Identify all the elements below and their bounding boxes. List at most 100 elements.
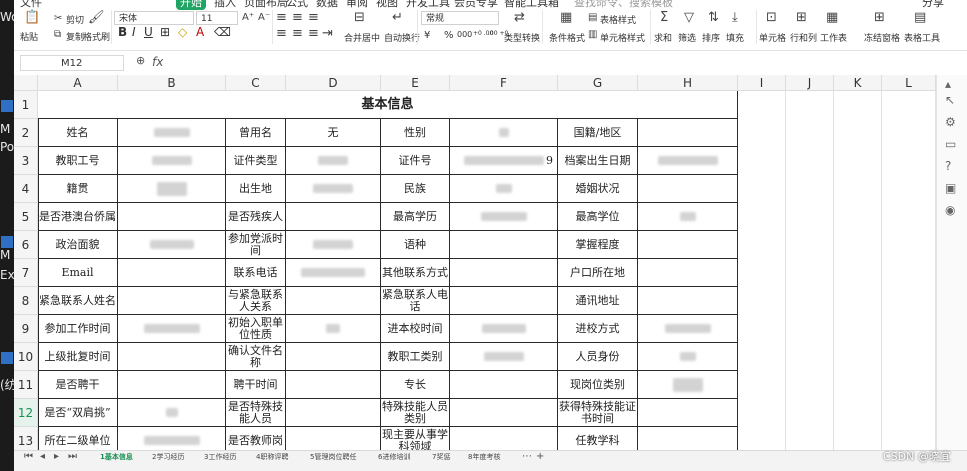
- align-right-icon[interactable]: ≡: [308, 27, 319, 41]
- label-id-number[interactable]: 证件号: [381, 147, 450, 175]
- empty-column-j[interactable]: [786, 91, 834, 450]
- sheet-title[interactable]: 基本信息: [38, 91, 738, 119]
- fill-label[interactable]: 填充: [726, 31, 744, 44]
- value-highest-education[interactable]: [450, 203, 558, 231]
- sum-label[interactable]: 求和: [654, 31, 672, 44]
- value-name[interactable]: [118, 119, 226, 147]
- sheet-tab-education[interactable]: 2学习经历: [152, 452, 184, 462]
- label-id-type[interactable]: 证件类型: [226, 147, 286, 175]
- tab-page-layout[interactable]: 页面布局: [244, 0, 288, 10]
- row-header-12[interactable]: 12: [14, 399, 38, 427]
- value-ethnicity[interactable]: [450, 175, 558, 203]
- label-native-place[interactable]: 籍贯: [38, 175, 118, 203]
- label-birthplace[interactable]: 出生地: [226, 175, 286, 203]
- value-disabled[interactable]: [286, 203, 381, 231]
- label-highest-education[interactable]: 最高学历: [381, 203, 450, 231]
- format-painter-label[interactable]: 格式刷: [83, 30, 110, 43]
- row-header-4[interactable]: 4: [14, 175, 38, 203]
- tab-developer[interactable]: 开发工具: [406, 0, 450, 10]
- row-header-6[interactable]: 6: [14, 231, 38, 259]
- format-painter-icon[interactable]: 🖌: [88, 11, 105, 25]
- filter-label[interactable]: 筛选: [678, 31, 696, 44]
- column-header-k[interactable]: K: [834, 75, 882, 91]
- app-icon[interactable]: [1, 236, 13, 248]
- value-mailing-address[interactable]: [638, 287, 738, 315]
- row-header-10[interactable]: 10: [14, 343, 38, 371]
- value-approval-date[interactable]: [118, 343, 226, 371]
- column-header-i[interactable]: I: [738, 75, 786, 91]
- tab-review[interactable]: 审阅: [346, 0, 368, 10]
- label-school-join-date[interactable]: 进本校时间: [381, 315, 450, 343]
- app-icon[interactable]: [1, 100, 13, 112]
- column-header-j[interactable]: J: [786, 75, 834, 91]
- label-approval-date[interactable]: 上级批复时间: [38, 343, 118, 371]
- wrap-text-icon[interactable]: ↵: [392, 11, 403, 25]
- table-style-icon[interactable]: ▤: [588, 11, 597, 25]
- label-initial-employer-type[interactable]: 初始入职单位性质: [226, 315, 286, 343]
- column-header-l[interactable]: L: [882, 75, 936, 91]
- value-birth-date[interactable]: [638, 147, 738, 175]
- type-convert-label[interactable]: 类型转换: [504, 31, 540, 44]
- value-staff-category[interactable]: [450, 343, 558, 371]
- last-sheet-icon[interactable]: ⏭: [68, 451, 77, 462]
- label-staff-id[interactable]: 教职工号: [38, 147, 118, 175]
- freeze-panes-icon[interactable]: ⊞: [874, 11, 885, 25]
- value-overseas-relative[interactable]: [118, 203, 226, 231]
- value-other-contact[interactable]: [450, 259, 558, 287]
- label-secondary-unit[interactable]: 所在二级单位: [38, 427, 118, 450]
- row-header-8[interactable]: 8: [14, 287, 38, 315]
- search-hint[interactable]: 查找命令、搜索模板: [574, 0, 673, 10]
- label-disabled[interactable]: 是否残疾人: [226, 203, 286, 231]
- row-header-5[interactable]: 5: [14, 203, 38, 231]
- label-subject-field[interactable]: 现主要从事学科领域: [381, 427, 450, 450]
- align-middle-icon[interactable]: ≡: [292, 11, 303, 25]
- underline-icon[interactable]: U: [144, 25, 153, 39]
- label-special-skill-category[interactable]: 特殊技能人员类别: [381, 399, 450, 427]
- label-party-join-date[interactable]: 参加党派时间: [226, 231, 286, 259]
- value-proficiency[interactable]: [638, 231, 738, 259]
- more-sheets-icon[interactable]: ⋯: [522, 451, 532, 462]
- label-work-start-date[interactable]: 参加工作时间: [38, 315, 118, 343]
- cut-icon[interactable]: ✂: [54, 12, 62, 26]
- sort-icon[interactable]: ⇅: [708, 11, 719, 25]
- italic-icon[interactable]: I: [132, 25, 136, 39]
- value-marital-status[interactable]: [638, 175, 738, 203]
- align-left-icon[interactable]: ≡: [276, 27, 287, 41]
- label-proficiency[interactable]: 掌握程度: [558, 231, 638, 259]
- merge-center-icon[interactable]: ⊟: [354, 11, 365, 25]
- empty-column-k[interactable]: [834, 91, 882, 450]
- label-former-name[interactable]: 曾用名: [226, 119, 286, 147]
- align-top-icon[interactable]: ≡: [276, 11, 287, 25]
- value-confirmation-doc[interactable]: [286, 343, 381, 371]
- font-name-select[interactable]: 宋体: [114, 11, 194, 25]
- value-emergency-relation[interactable]: [286, 287, 381, 315]
- label-nationality[interactable]: 国籍/地区: [558, 119, 638, 147]
- copy-icon[interactable]: ⧉: [54, 28, 61, 42]
- label-emergency-phone[interactable]: 紧急联系人电话: [381, 287, 450, 315]
- table-style-label[interactable]: 表格样式: [600, 13, 636, 26]
- sheet-tab-training[interactable]: 6进修培训: [378, 452, 410, 462]
- border-icon[interactable]: ⊞: [160, 25, 170, 39]
- tab-insert[interactable]: 插入: [214, 0, 236, 10]
- indent-icon[interactable]: ⇥: [322, 27, 333, 41]
- value-cadre-hire-date[interactable]: [286, 371, 381, 399]
- value-party-join-date[interactable]: [286, 231, 381, 259]
- paste-label[interactable]: 粘贴: [20, 30, 38, 43]
- tab-member[interactable]: 会员专享: [454, 0, 498, 10]
- value-special-skill[interactable]: [286, 399, 381, 427]
- value-special-skill-category[interactable]: [450, 399, 558, 427]
- value-highest-degree[interactable]: [638, 203, 738, 231]
- label-marital-status[interactable]: 婚姻状况: [558, 175, 638, 203]
- fill-icon[interactable]: ⤓: [732, 11, 738, 25]
- label-special-skill[interactable]: 是否特殊技能人员: [226, 399, 286, 427]
- label-entry-method[interactable]: 进校方式: [558, 315, 638, 343]
- value-birthplace[interactable]: [286, 175, 381, 203]
- cells-label[interactable]: 单元格: [759, 31, 786, 44]
- thousands-icon[interactable]: 000: [457, 30, 472, 39]
- image-icon[interactable]: ▣: [945, 181, 956, 195]
- empty-column-l[interactable]: [882, 91, 936, 450]
- row-header-11[interactable]: 11: [14, 371, 38, 399]
- value-native-place[interactable]: [118, 175, 226, 203]
- first-sheet-icon[interactable]: ⏮: [24, 451, 33, 462]
- merge-center-label[interactable]: 合并居中: [344, 31, 380, 44]
